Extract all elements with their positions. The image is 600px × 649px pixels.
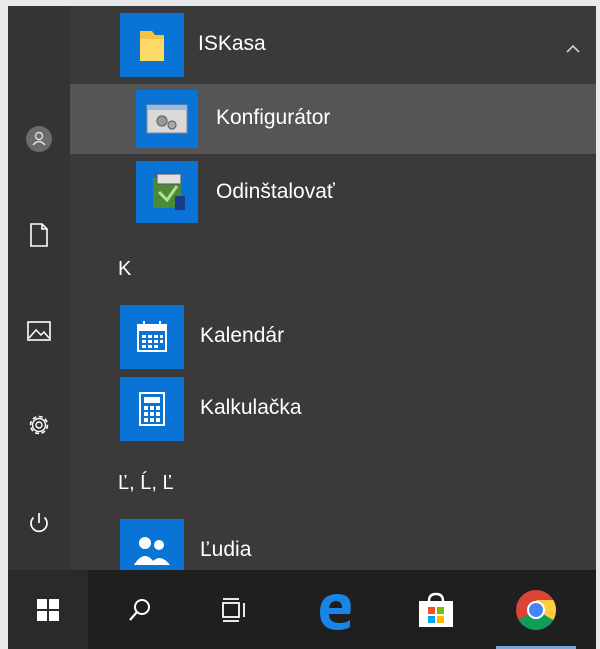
task-view-icon <box>222 597 245 622</box>
list-item-konfigurator[interactable]: Konfigurátor <box>70 84 596 154</box>
search-icon <box>129 598 150 621</box>
odinstalovat-label: Odinštalovať <box>216 180 335 203</box>
start-menu: ISKasa Konfigurátor Odinštalovať K Kalen… <box>8 6 596 570</box>
list-item-iskasa-folder[interactable]: ISKasa <box>70 10 596 80</box>
group-header-k[interactable]: K <box>118 258 131 281</box>
pictures-icon[interactable] <box>22 314 56 348</box>
task-view-button[interactable] <box>194 570 274 649</box>
edge-icon <box>320 593 351 630</box>
group-header-l[interactable]: Ľ, Ĺ, Ľ <box>118 472 174 495</box>
iskasa-label: ISKasa <box>198 32 266 55</box>
people-icon <box>120 519 184 570</box>
search-button[interactable] <box>100 570 180 649</box>
ludia-label: Ľudia <box>200 538 252 561</box>
configurator-icon <box>136 90 198 148</box>
list-item-kalendar[interactable]: Kalendár <box>70 302 596 372</box>
list-item-kalkulacka[interactable]: Kalkulačka <box>70 374 596 444</box>
chrome-icon <box>516 589 556 630</box>
windows-start-button[interactable] <box>8 570 88 649</box>
kalendar-label: Kalendár <box>200 324 285 347</box>
edge-button[interactable] <box>296 570 376 649</box>
start-menu-rail <box>8 6 70 570</box>
user-icon[interactable] <box>22 122 56 156</box>
list-item-odinstalovat[interactable]: Odinštalovať <box>70 158 596 228</box>
settings-icon[interactable] <box>22 408 56 442</box>
store-button[interactable] <box>396 570 476 649</box>
document-icon[interactable] <box>22 218 56 252</box>
windows-start-icon <box>37 598 59 621</box>
store-icon <box>419 592 453 627</box>
calculator-icon <box>120 377 184 441</box>
kalkulacka-label: Kalkulačka <box>200 396 302 419</box>
folder-icon <box>120 13 184 77</box>
chevron-up-icon[interactable] <box>564 40 582 58</box>
calendar-icon <box>120 305 184 369</box>
list-item-ludia[interactable]: Ľudia <box>70 516 596 570</box>
uninstall-icon <box>136 161 198 223</box>
power-icon[interactable] <box>22 506 56 540</box>
konfigurator-label: Konfigurátor <box>216 106 331 129</box>
chrome-button[interactable] <box>496 570 576 649</box>
taskbar <box>8 570 596 649</box>
app-list: ISKasa Konfigurátor Odinštalovať K Kalen… <box>70 6 596 570</box>
